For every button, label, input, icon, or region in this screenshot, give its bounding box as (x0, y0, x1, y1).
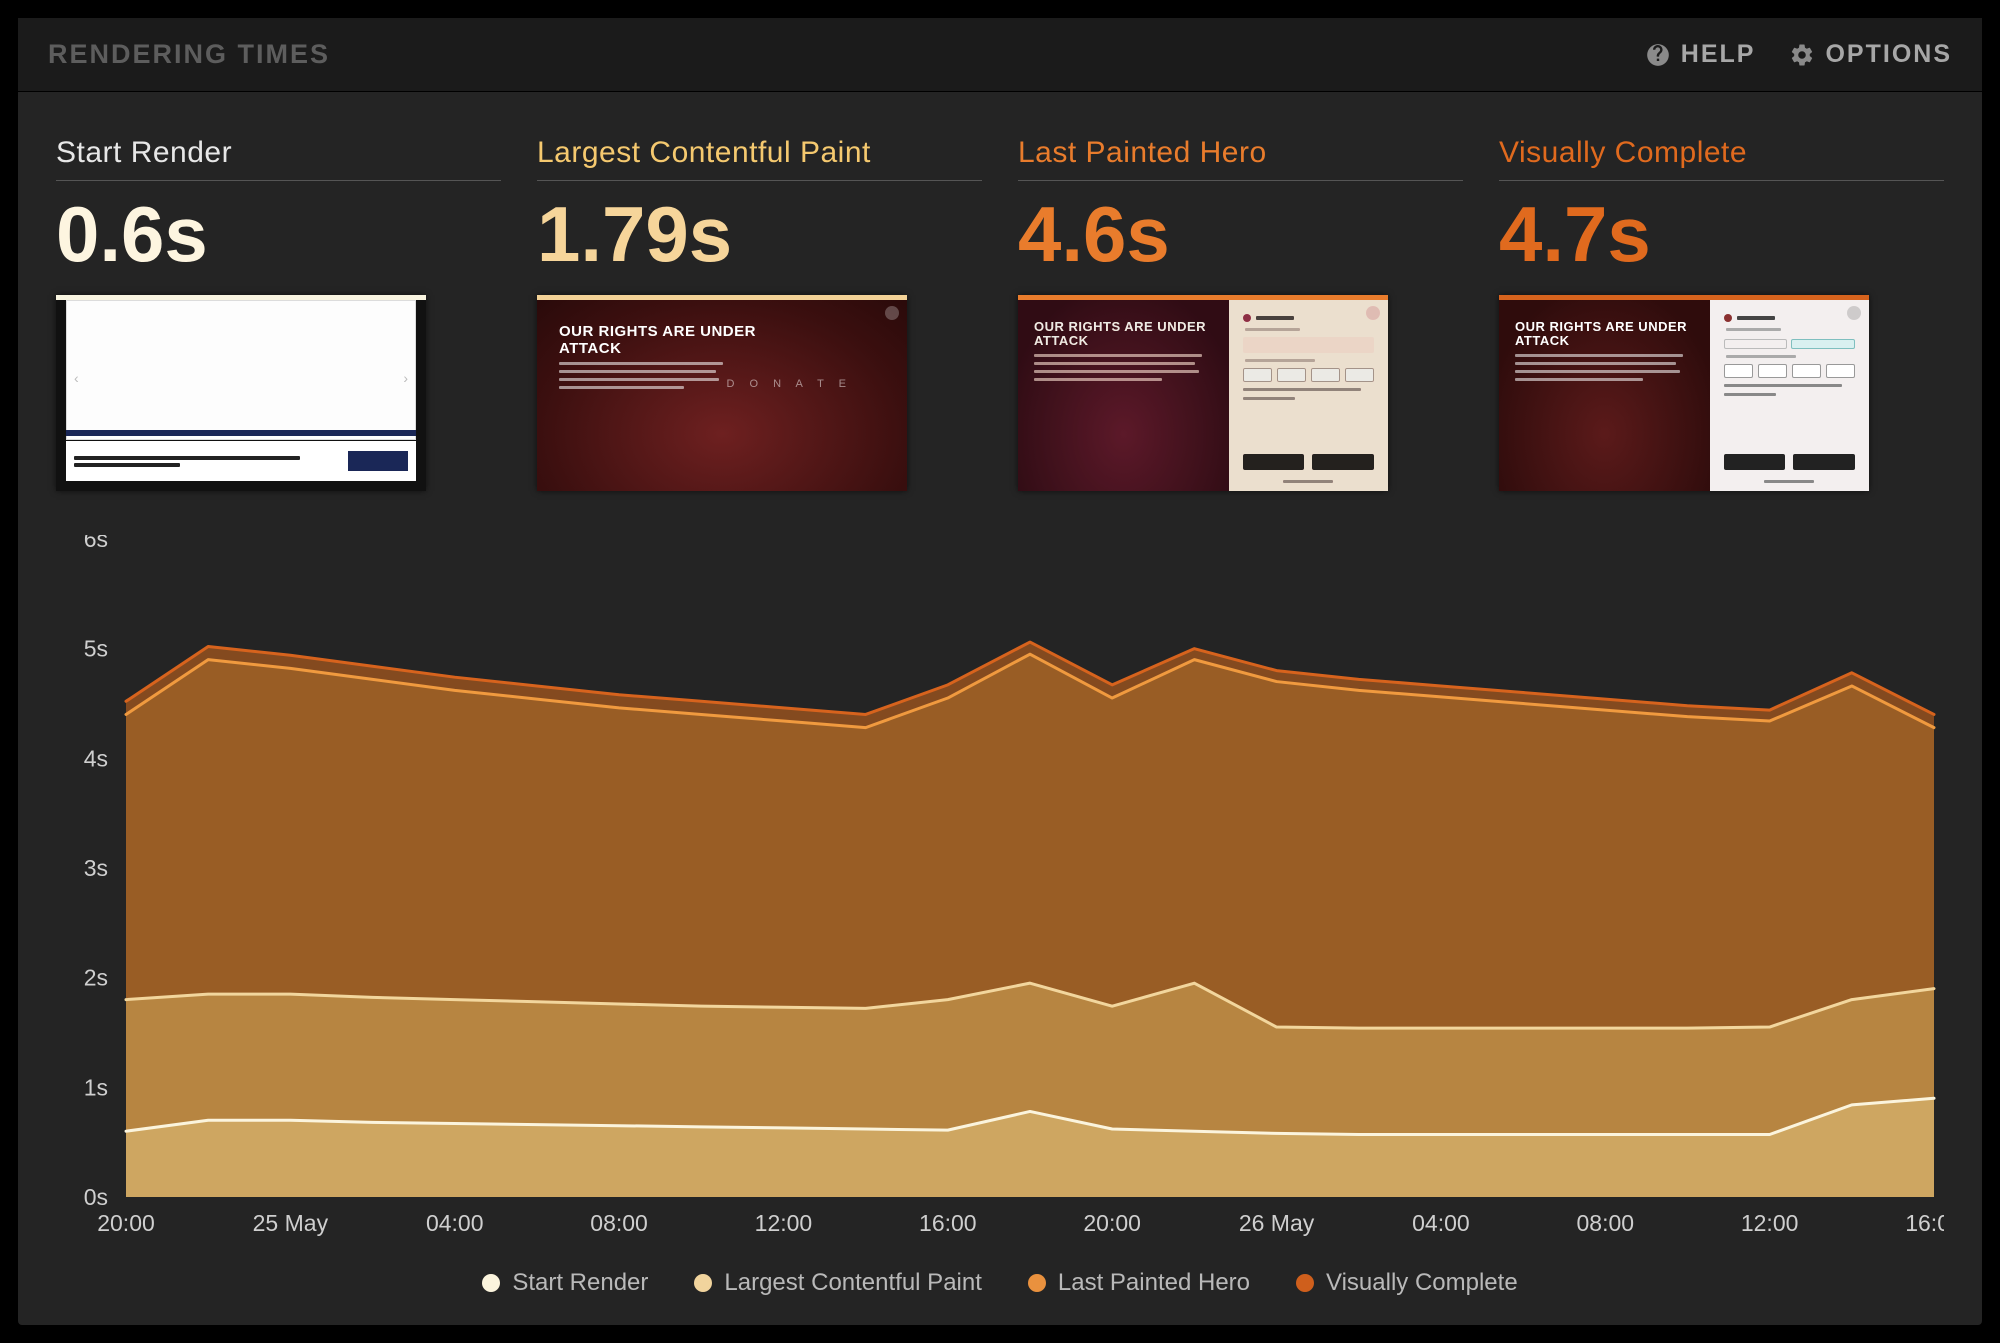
legend-item[interactable]: Last Painted Hero (1028, 1269, 1250, 1297)
svg-text:6s: 6s (84, 535, 108, 552)
svg-text:20:00: 20:00 (1083, 1210, 1141, 1236)
svg-text:25 May: 25 May (253, 1210, 329, 1236)
filmstrip-thumb: OUR RIGHTS ARE UNDERATTACK D O N A T E (537, 295, 907, 491)
legend-swatch (1296, 1274, 1314, 1292)
filmstrip-thumb: OUR RIGHTS ARE UNDERATTACK (1018, 295, 1388, 491)
filmstrip-thumb: ‹› (56, 295, 426, 491)
svg-text:3s: 3s (84, 855, 108, 881)
help-icon (1645, 42, 1671, 68)
legend-swatch (694, 1274, 712, 1292)
svg-text:04:00: 04:00 (426, 1210, 484, 1236)
svg-text:12:00: 12:00 (755, 1210, 813, 1236)
gear-icon (1789, 42, 1815, 68)
timeseries-chart[interactable]: 0s 1s 2s 3s 4s 5s 6s 20:00 25 May 04:00 08:00 12:00… (56, 535, 1944, 1243)
legend-label: Last Painted Hero (1058, 1269, 1250, 1297)
legend-item[interactable]: Largest Contentful Paint (694, 1269, 982, 1297)
metric-label: Largest Contentful Paint (537, 136, 982, 181)
legend-swatch (1028, 1274, 1046, 1292)
metric-start-render[interactable]: Start Render 0.6s ‹› (56, 136, 501, 491)
metric-visually-complete[interactable]: Visually Complete 4.7s OUR RIGHTS ARE UN… (1499, 136, 1944, 491)
metric-value: 0.6s (56, 195, 501, 273)
svg-text:2s: 2s (84, 965, 108, 991)
legend-item[interactable]: Start Render (482, 1269, 648, 1297)
svg-text:08:00: 08:00 (590, 1210, 648, 1236)
help-label: HELP (1681, 40, 1756, 69)
legend-swatch (482, 1274, 500, 1292)
svg-text:08:00: 08:00 (1576, 1210, 1634, 1236)
svg-text:04:00: 04:00 (1412, 1210, 1470, 1236)
chart-legend: Start Render Largest Contentful Paint La… (18, 1263, 1982, 1325)
metric-value: 1.79s (537, 195, 982, 273)
help-button[interactable]: HELP (1645, 40, 1756, 69)
svg-text:4s: 4s (84, 745, 108, 771)
metric-value: 4.7s (1499, 195, 1944, 273)
svg-text:0s: 0s (84, 1184, 108, 1210)
metric-label: Last Painted Hero (1018, 136, 1463, 181)
filmstrip-thumb: OUR RIGHTS ARE UNDERATTACK (1499, 295, 1869, 491)
svg-text:5s: 5s (84, 636, 108, 662)
metric-label: Start Render (56, 136, 501, 181)
metric-value: 4.6s (1018, 195, 1463, 273)
svg-text:1s: 1s (84, 1074, 108, 1100)
metric-last-painted-hero[interactable]: Last Painted Hero 4.6s OUR RIGHTS ARE UN… (1018, 136, 1463, 491)
metric-lcp[interactable]: Largest Contentful Paint 1.79s OUR RIGHT… (537, 136, 982, 491)
svg-text:16:00: 16:00 (1905, 1210, 1944, 1236)
legend-label: Largest Contentful Paint (724, 1269, 982, 1297)
options-label: OPTIONS (1825, 40, 1952, 69)
legend-label: Start Render (512, 1269, 648, 1297)
svg-text:20:00: 20:00 (97, 1210, 155, 1236)
svg-text:12:00: 12:00 (1741, 1210, 1799, 1236)
svg-text:16:00: 16:00 (919, 1210, 977, 1236)
header-actions: HELP OPTIONS (1645, 40, 1952, 69)
metric-label: Visually Complete (1499, 136, 1944, 181)
legend-label: Visually Complete (1326, 1269, 1518, 1297)
panel-title: RENDERING TIMES (48, 39, 330, 70)
legend-item[interactable]: Visually Complete (1296, 1269, 1518, 1297)
options-button[interactable]: OPTIONS (1789, 40, 1952, 69)
panel-header: RENDERING TIMES HELP OPTIONS (18, 18, 1982, 92)
svg-text:26 May: 26 May (1239, 1210, 1315, 1236)
metrics-row: Start Render 0.6s ‹› Largest Contentful … (18, 92, 1982, 491)
